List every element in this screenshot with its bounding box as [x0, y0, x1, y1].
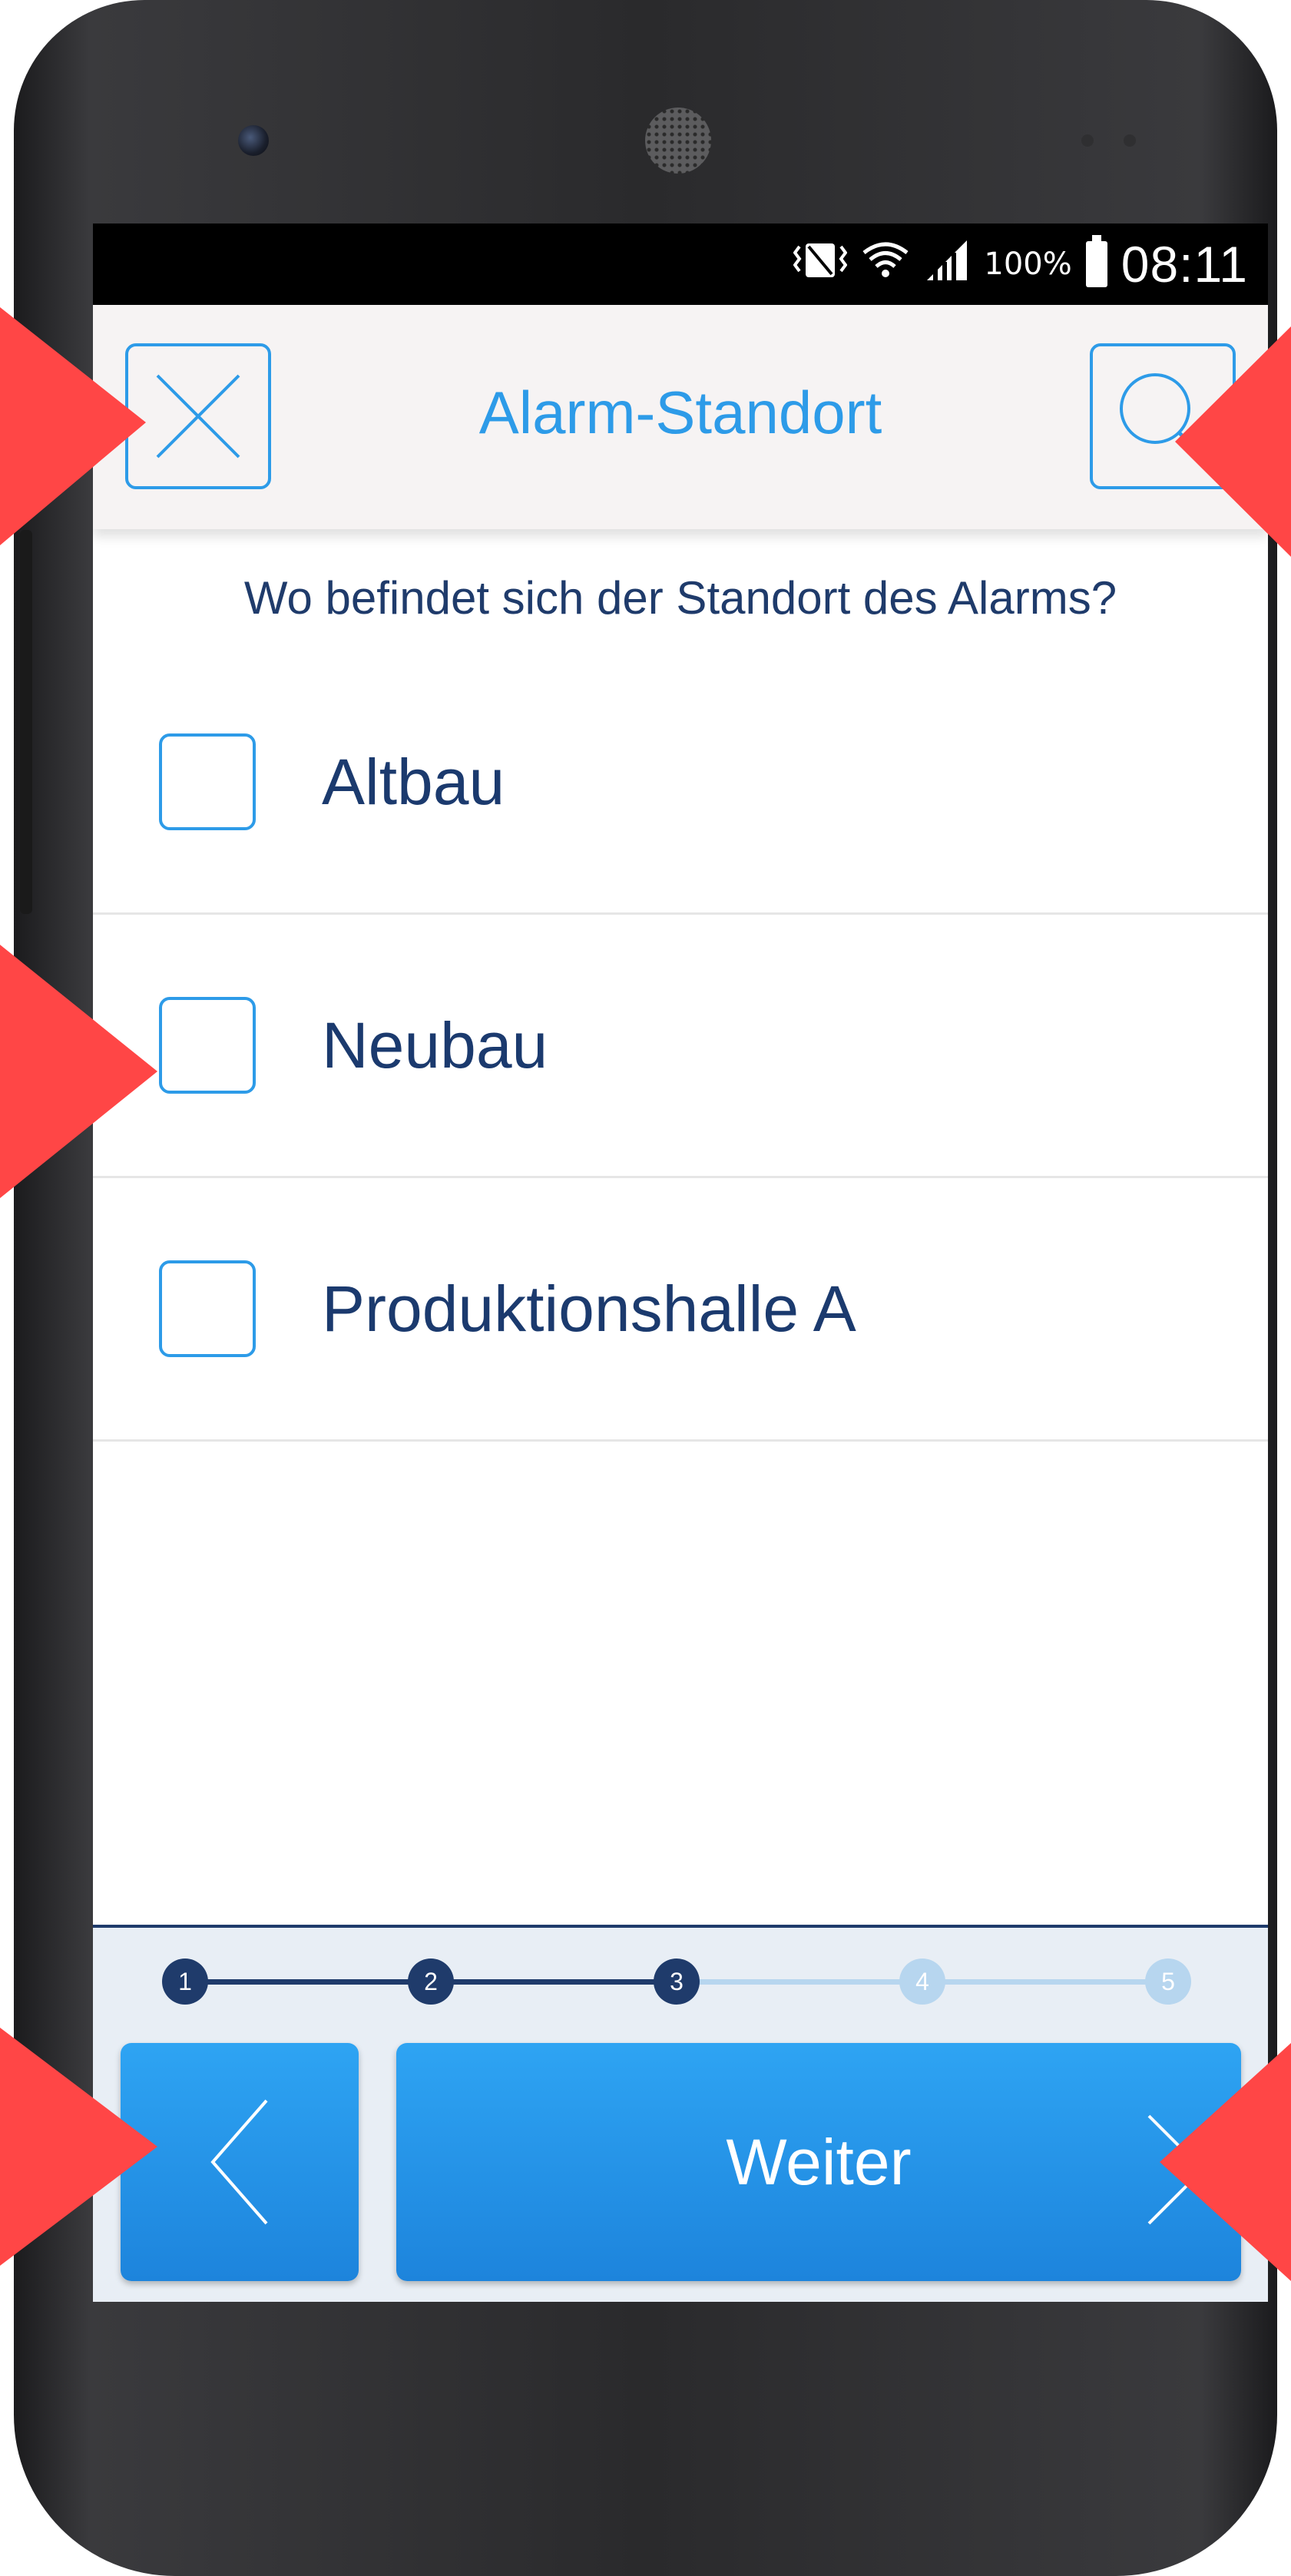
- step-connector: [431, 1979, 677, 1985]
- step-connector: [677, 1979, 922, 1985]
- annotation-arrow-close: [0, 307, 146, 545]
- battery-icon: [1085, 235, 1107, 287]
- step-indicator: 1 2 3 4 5: [162, 1958, 1199, 2005]
- vibrate-icon: [793, 239, 848, 290]
- earpiece-speaker: [645, 108, 711, 174]
- annotation-arrow-search: [1175, 326, 1291, 557]
- step-3: 3: [654, 1958, 700, 2005]
- app-screen: 100% 08:11 Alarm-Standort Wo befindet si…: [93, 223, 1268, 2302]
- wifi-icon: [861, 239, 910, 290]
- checkbox[interactable]: [159, 1260, 256, 1357]
- option-label: Altbau: [322, 745, 505, 818]
- side-key: [20, 530, 32, 914]
- step-4: 4: [899, 1958, 945, 2005]
- annotation-arrow-next: [1160, 2043, 1291, 2281]
- step-connector: [922, 1979, 1168, 1985]
- checkbox[interactable]: [159, 733, 256, 830]
- option-list: Altbau Neubau Produktionshalle A: [93, 651, 1268, 1442]
- step-5: 5: [1145, 1958, 1191, 2005]
- option-neubau[interactable]: Neubau: [93, 915, 1268, 1178]
- signal-icon: [924, 239, 970, 290]
- status-time: 08:11: [1121, 236, 1248, 293]
- option-label: Produktionshalle A: [322, 1272, 856, 1345]
- proximity-sensor: [1081, 134, 1094, 147]
- next-button[interactable]: Weiter: [396, 2043, 1241, 2281]
- chevron-left-icon: [210, 2099, 268, 2225]
- option-label: Neubau: [322, 1008, 548, 1081]
- front-camera: [238, 125, 269, 156]
- light-sensor: [1124, 134, 1136, 147]
- app-header: Alarm-Standort: [93, 305, 1268, 529]
- next-label: Weiter: [726, 2125, 912, 2198]
- annotation-arrow-back: [0, 2028, 157, 2266]
- option-produktionshalle-a[interactable]: Produktionshalle A: [93, 1178, 1268, 1442]
- annotation-arrow-checkbox: [0, 945, 157, 1198]
- status-bar: 100% 08:11: [93, 223, 1268, 305]
- step-connector: [185, 1979, 431, 1985]
- option-altbau[interactable]: Altbau: [93, 651, 1268, 915]
- checkbox[interactable]: [159, 997, 256, 1094]
- phone-frame: 100% 08:11 Alarm-Standort Wo befindet si…: [14, 0, 1277, 2576]
- battery-percent: 100%: [984, 247, 1072, 282]
- step-1: 1: [162, 1958, 208, 2005]
- step-2: 2: [408, 1958, 454, 2005]
- question-text: Wo befindet sich der Standort des Alarms…: [243, 572, 1117, 624]
- wizard-footer: 1 2 3 4 5 Weiter: [93, 1925, 1268, 2302]
